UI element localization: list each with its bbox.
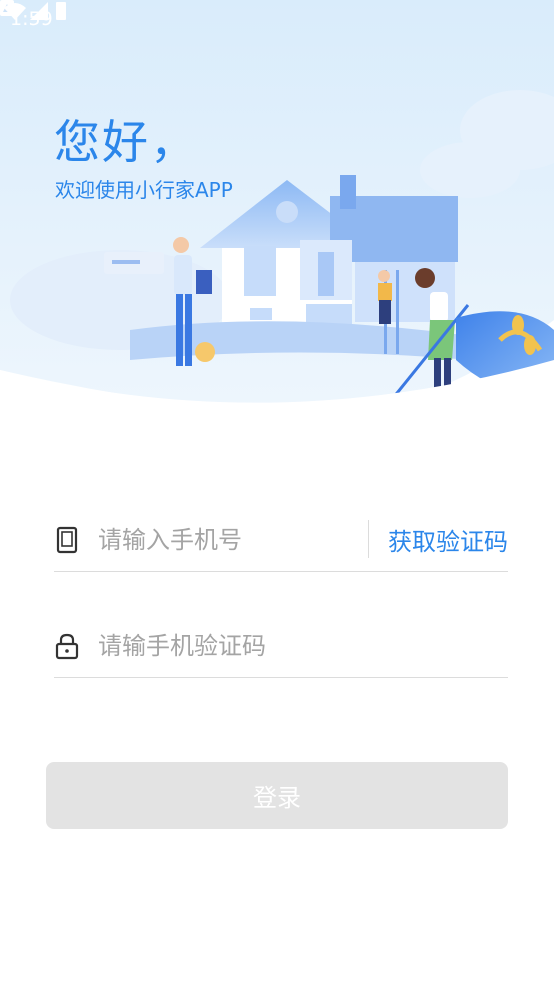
battery-icon xyxy=(56,2,66,20)
phone-icon xyxy=(56,526,78,554)
code-field xyxy=(54,616,508,678)
hero-banner: 1:59 您好， 欢迎使用小行家APP xyxy=(0,0,554,430)
lock-icon xyxy=(55,633,79,660)
phone-field: 获取验证码 xyxy=(54,510,508,572)
hero-illustration xyxy=(0,0,554,430)
login-button[interactable]: 登录 xyxy=(46,762,508,829)
welcome-subtitle: 欢迎使用小行家APP xyxy=(55,178,233,202)
status-bar: 1:59 xyxy=(0,0,554,38)
code-input[interactable] xyxy=(98,624,498,668)
signal-icon xyxy=(30,2,48,20)
greeting-title: 您好， xyxy=(54,115,198,169)
field-divider xyxy=(368,520,369,558)
wifi-icon xyxy=(4,3,26,20)
status-icons xyxy=(4,2,66,20)
get-code-button[interactable]: 获取验证码 xyxy=(388,522,508,557)
phone-input[interactable] xyxy=(98,518,358,562)
